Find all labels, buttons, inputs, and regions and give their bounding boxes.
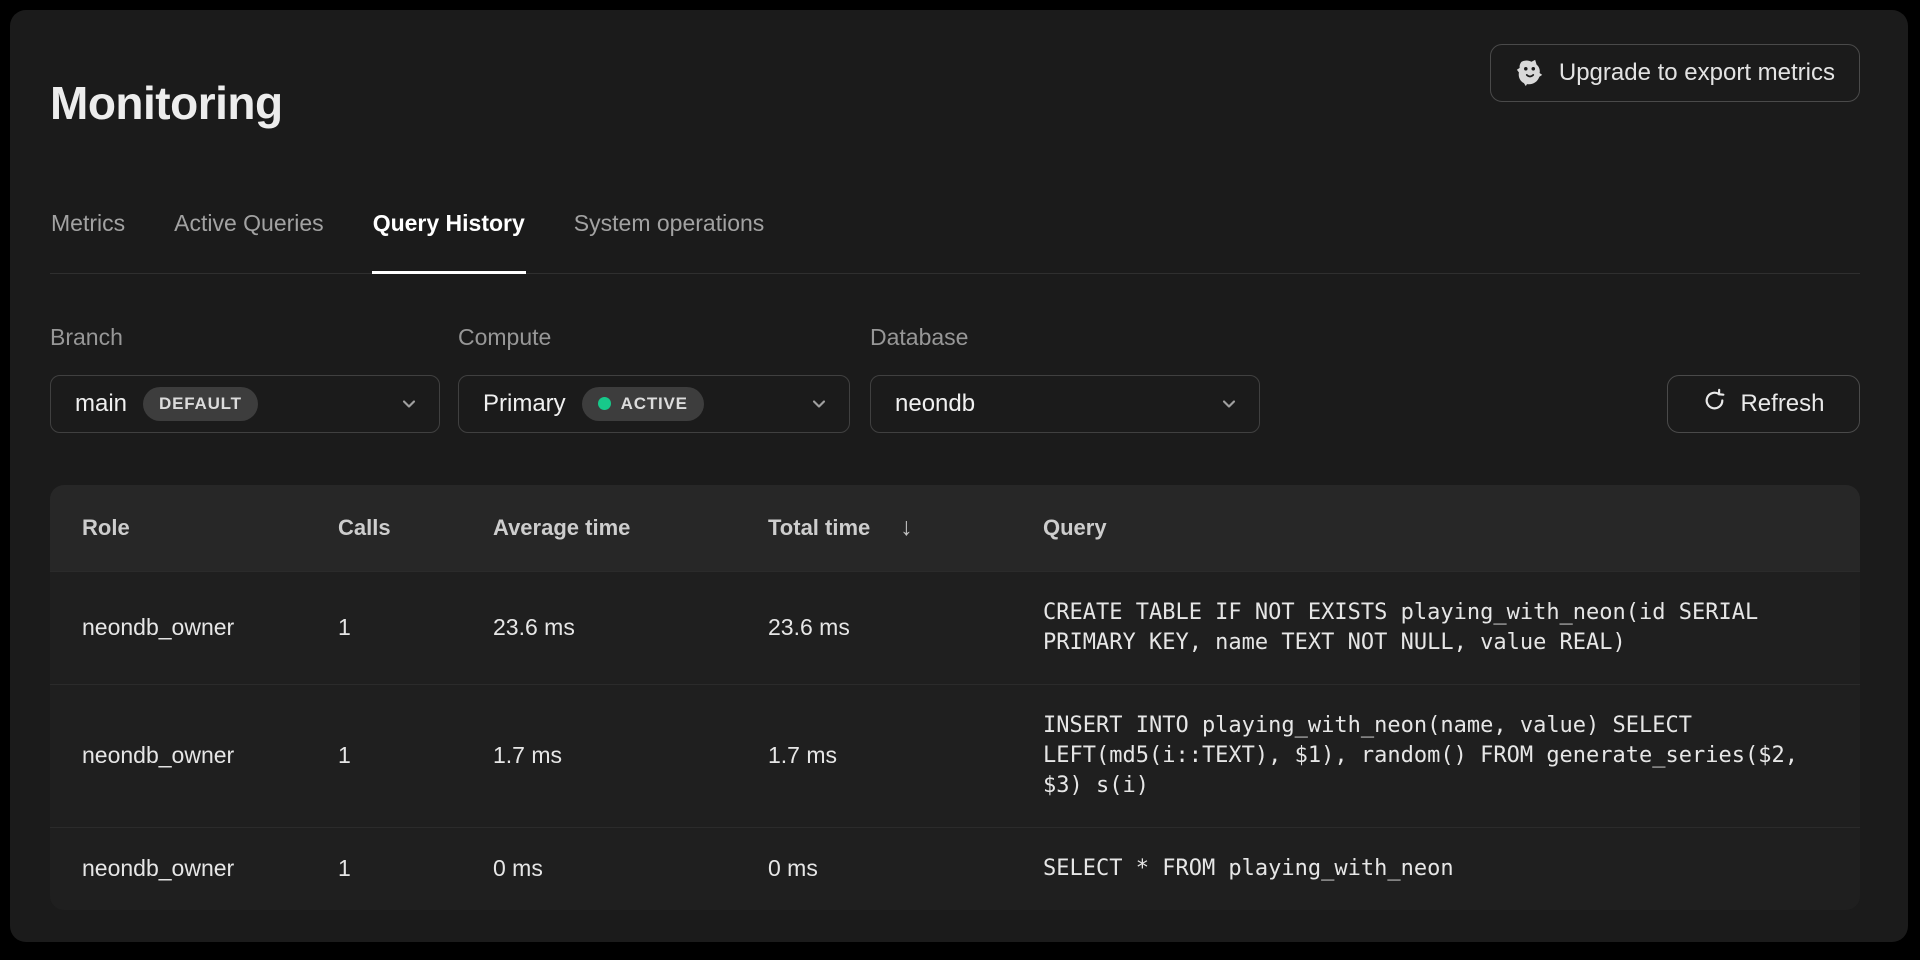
upgrade-button-label: Upgrade to export metrics: [1559, 59, 1835, 87]
column-header-role[interactable]: Role: [50, 515, 338, 541]
query-cell: CREATE TABLE IF NOT EXISTS playing_with_…: [1043, 598, 1860, 658]
tab-metrics[interactable]: Metrics: [50, 206, 126, 273]
compute-select-value: Primary: [483, 390, 566, 418]
total-time-cell: 1.7 ms: [768, 742, 1043, 769]
monitoring-tabs: Metrics Active Queries Query History Sys…: [50, 206, 1860, 274]
total-time-cell: 0 ms: [768, 855, 1043, 882]
default-branch-badge: DEFAULT: [143, 387, 258, 421]
average-time-cell: 23.6 ms: [493, 614, 768, 641]
calls-cell: 1: [338, 614, 493, 641]
role-cell: neondb_owner: [50, 742, 338, 769]
datadog-icon: [1515, 58, 1545, 88]
active-status-badge: ACTIVE: [582, 387, 704, 421]
filters-section: Branch Compute Database main DEFAULT Pri…: [50, 324, 1860, 433]
compute-label: Compute: [458, 324, 870, 351]
role-cell: neondb_owner: [50, 855, 338, 882]
query-cell: INSERT INTO playing_with_neon(name, valu…: [1043, 711, 1860, 801]
tab-system-operations[interactable]: System operations: [573, 206, 765, 273]
active-status-dot: [598, 397, 611, 410]
refresh-button[interactable]: Refresh: [1667, 375, 1860, 433]
total-time-cell: 23.6 ms: [768, 614, 1043, 641]
chevron-down-icon: [1219, 394, 1239, 414]
table-row: neondb_owner 1 0 ms 0 ms SELECT * FROM p…: [50, 827, 1860, 910]
active-status-label: ACTIVE: [621, 394, 688, 414]
chevron-down-icon: [809, 394, 829, 414]
page-title: Monitoring: [50, 75, 283, 131]
branch-label: Branch: [50, 324, 458, 351]
refresh-button-label: Refresh: [1740, 390, 1824, 418]
upgrade-to-export-metrics-button[interactable]: Upgrade to export metrics: [1490, 44, 1860, 102]
database-select[interactable]: neondb: [870, 375, 1260, 433]
database-label: Database: [870, 324, 968, 351]
query-history-table: Role Calls Average time Total time ↓ Que…: [50, 485, 1860, 910]
average-time-cell: 0 ms: [493, 855, 768, 882]
refresh-icon: [1702, 388, 1727, 420]
calls-cell: 1: [338, 855, 493, 882]
branch-select-value: main: [75, 390, 127, 418]
table-row: neondb_owner 1 1.7 ms 1.7 ms INSERT INTO…: [50, 684, 1860, 827]
column-header-average-time[interactable]: Average time: [493, 515, 768, 541]
monitoring-page: Monitoring Upgrade to export metrics Met…: [10, 10, 1908, 942]
average-time-cell: 1.7 ms: [493, 742, 768, 769]
column-header-calls[interactable]: Calls: [338, 515, 493, 541]
tab-query-history[interactable]: Query History: [372, 206, 526, 273]
calls-cell: 1: [338, 742, 493, 769]
role-cell: neondb_owner: [50, 614, 338, 641]
chevron-down-icon: [399, 394, 419, 414]
database-select-value: neondb: [895, 390, 975, 418]
tab-active-queries[interactable]: Active Queries: [173, 206, 325, 273]
table-header-row: Role Calls Average time Total time ↓ Que…: [50, 485, 1860, 571]
column-header-total-time[interactable]: Total time ↓: [768, 513, 1043, 542]
page-header: Monitoring Upgrade to export metrics: [50, 44, 1860, 162]
column-header-query[interactable]: Query: [1043, 515, 1860, 541]
total-time-header-label: Total time: [768, 515, 870, 541]
branch-select[interactable]: main DEFAULT: [50, 375, 440, 433]
compute-select[interactable]: Primary ACTIVE: [458, 375, 850, 433]
query-cell: SELECT * FROM playing_with_neon: [1043, 854, 1860, 884]
sort-descending-icon[interactable]: ↓: [900, 513, 913, 542]
table-row: neondb_owner 1 23.6 ms 23.6 ms CREATE TA…: [50, 571, 1860, 684]
